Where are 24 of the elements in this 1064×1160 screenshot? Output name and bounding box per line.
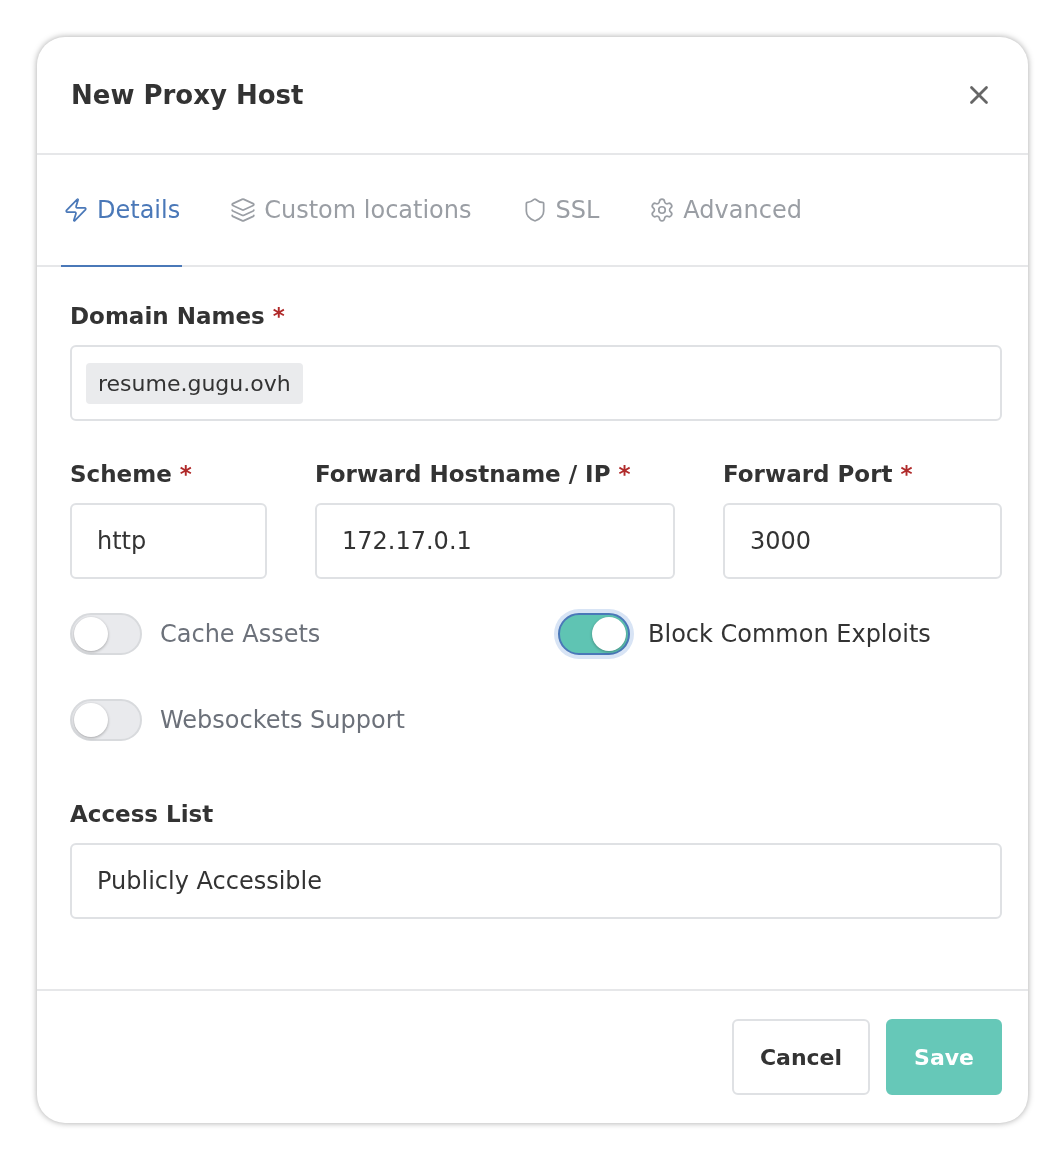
input-field[interactable]: 3000 xyxy=(723,503,1002,579)
domain-tag: resume.gugu.ovh xyxy=(86,362,303,404)
required-mark: * xyxy=(272,303,285,329)
toggle-label: Cache Assets xyxy=(160,620,321,648)
field-label: Domain Names xyxy=(70,303,265,329)
toggle-label: Websockets Support xyxy=(160,706,405,734)
required-mark: * xyxy=(179,461,192,487)
toggle-label: Block Common Exploits xyxy=(648,620,931,648)
domain-names-field[interactable]: resume.gugu.ovh xyxy=(70,345,1002,421)
field-label: Forward Hostname / IP xyxy=(315,461,611,487)
required-mark: * xyxy=(900,461,913,487)
tab[interactable]: Details xyxy=(61,155,183,267)
field-label: Access List xyxy=(70,801,214,827)
input-field[interactable]: 172.17.0.1 xyxy=(315,503,675,579)
lightning-icon xyxy=(63,197,89,223)
input-field[interactable]: http xyxy=(70,503,267,579)
cancel-button[interactable]: Cancel xyxy=(731,1019,871,1095)
required-mark: * xyxy=(618,461,631,487)
layers-icon xyxy=(230,197,257,223)
field-label: Scheme xyxy=(70,461,172,487)
dialog-title: New Proxy Host xyxy=(71,80,304,110)
field-label: Forward Port xyxy=(723,461,893,487)
gear-icon xyxy=(649,197,676,223)
access-list-field[interactable]: Publicly Accessible xyxy=(70,843,1002,919)
